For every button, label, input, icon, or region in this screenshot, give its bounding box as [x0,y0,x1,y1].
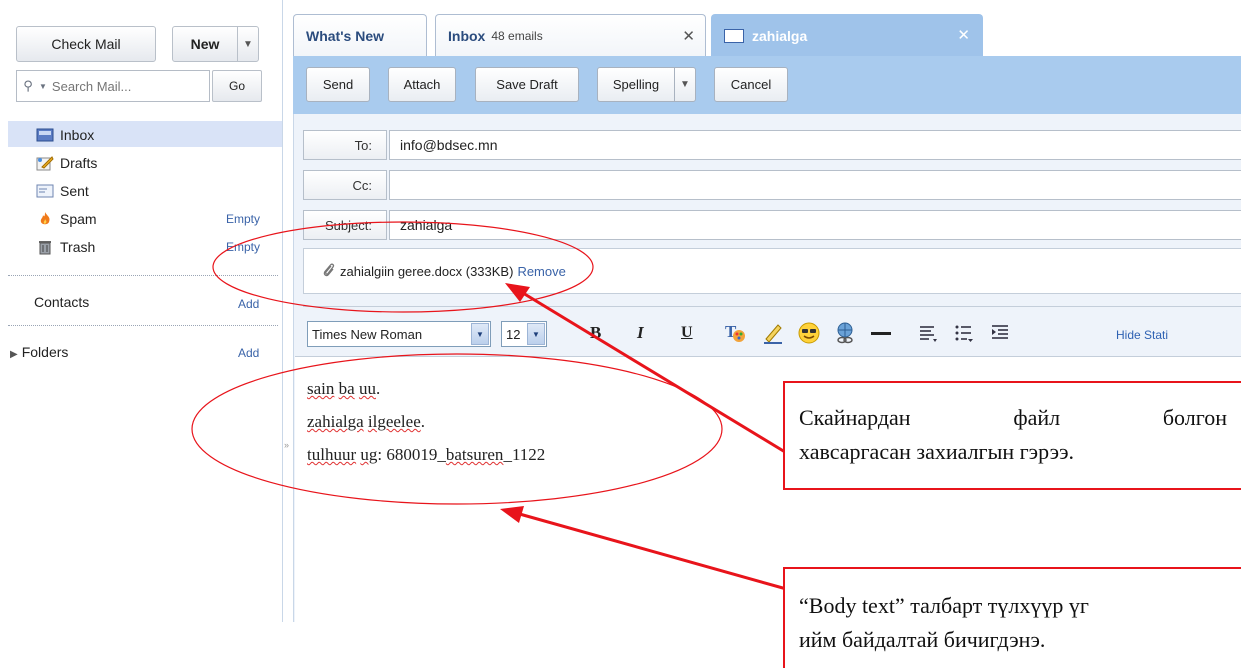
annotation-arrowhead-1 [505,283,530,302]
annotation-ellipse-attachment [212,221,594,313]
annotation-callout-body: “Body text” талбарт түлхүүр үг ийм байда… [783,567,1241,668]
annotation-arrow-1 [517,288,791,457]
annotation-text: “Body text” талбарт түлхүүр үг [799,593,1089,618]
annotation-text: Скайнардан файл болгон [799,405,1227,430]
annotation-text: ийм байдалтай бичигдэнэ. [799,627,1046,652]
annotation-arrow-2 [515,511,791,592]
annotation-callout-attachment: Скайнардан файл болгон хавсаргасан захиа… [783,381,1241,490]
annotation-text: хавсаргасан захиалгын гэрээ. [799,439,1075,464]
annotation-arrowhead-2 [500,506,524,523]
annotation-ellipse-body [191,353,723,505]
